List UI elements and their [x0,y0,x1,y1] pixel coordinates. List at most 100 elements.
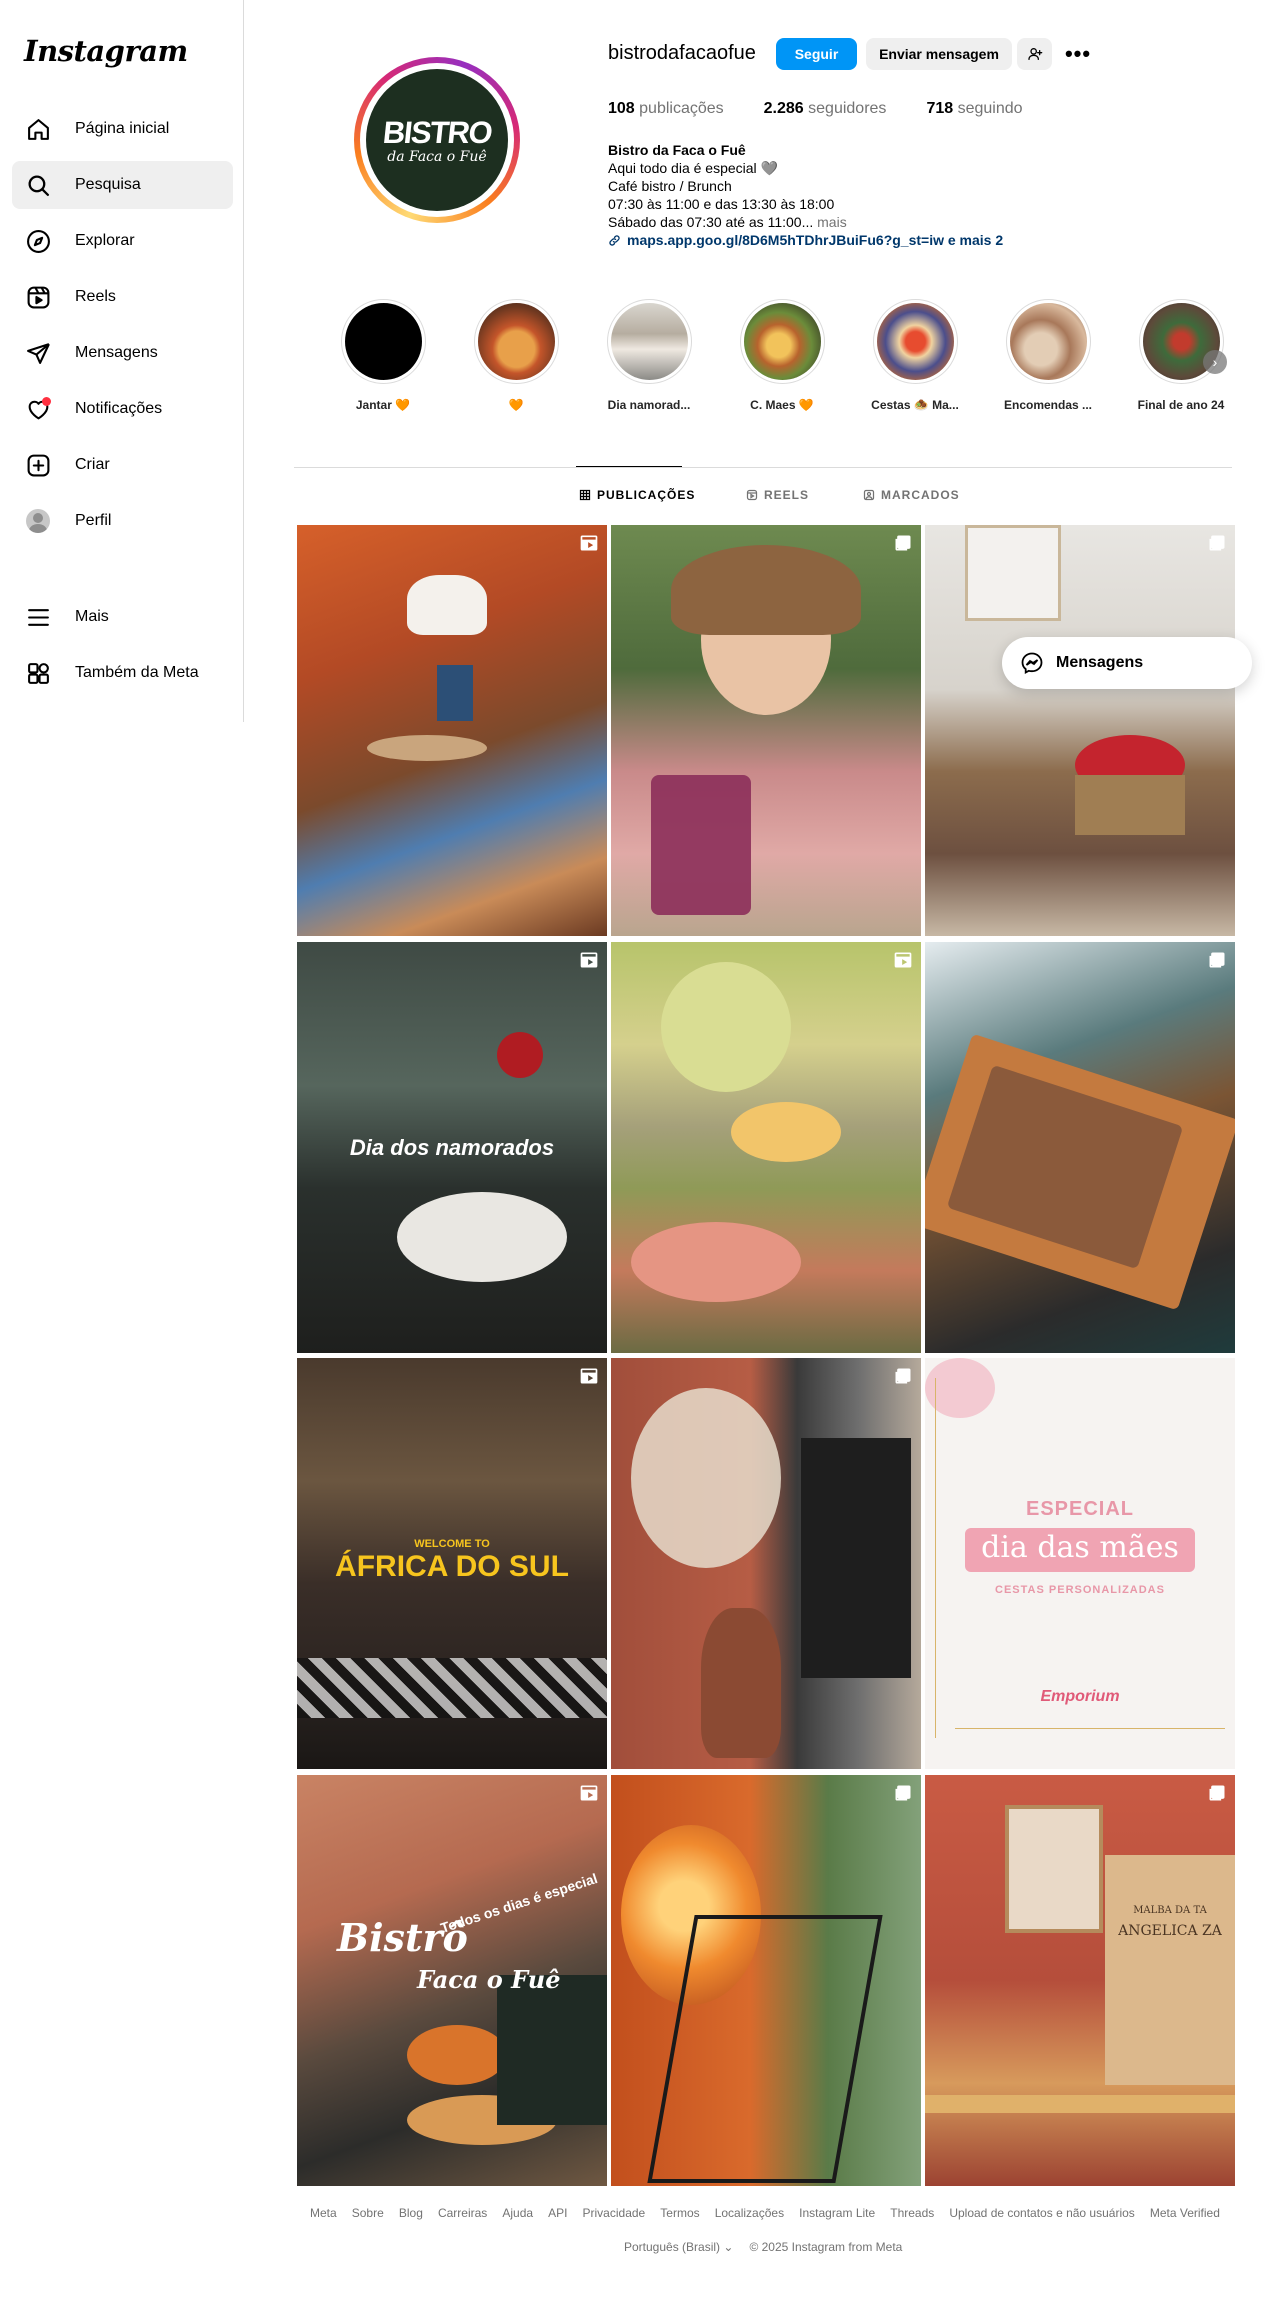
posts-count: 108 publicações [608,100,724,118]
profile-username: bistrodafacaofue [608,42,756,64]
reel-badge-icon [580,1785,598,1801]
sidebar-item-messages[interactable]: Mensagens [12,329,233,377]
send-message-button[interactable]: Enviar mensagem [866,38,1012,70]
footer-link[interactable]: API [548,2206,567,2220]
carousel-badge-icon [1209,952,1225,968]
story-highlight[interactable]: 🧡 [461,299,571,412]
profile-logo-text: BISTRO [381,115,493,150]
more-options-button[interactable]: ••• [1062,38,1094,70]
posts-count-label: publicações [639,100,724,117]
highlight-cover [739,299,825,384]
post-tile[interactable]: Dia dos namorados [297,942,607,1353]
sidebar-item-label: Criar [75,456,110,473]
post-tile[interactable]: ESPECIAL dia das mães CESTAS PERSONALIZA… [925,1358,1235,1769]
sidebar-item-create[interactable]: Criar [12,441,233,489]
post-tile[interactable] [611,525,921,936]
post-tile[interactable] [611,942,921,1353]
footer-link[interactable]: Meta [310,2206,337,2220]
post-tile[interactable] [611,1775,921,2186]
post-tile[interactable]: Todos os dias é especial Bistrô Faca o F… [297,1775,607,2186]
sidebar-item-search[interactable]: Pesquisa [12,161,233,209]
highlight-label: C. Maes 🧡 [750,398,814,412]
bio-more-link[interactable]: mais [813,214,847,230]
sidebar-item-explore[interactable]: Explorar [12,217,233,265]
footer-bottom: Português (Brasil) ⌄ © 2025 Instagram fr… [624,2240,902,2254]
story-highlight[interactable]: Encomendas ... [993,299,1103,412]
zebra-tablecloth-shape [297,1658,607,1718]
carousel-badge-icon [895,535,911,551]
sidebar-item-also-from-meta[interactable]: Também da Meta [12,649,233,697]
highlight-label: Final de ano 24 [1137,398,1225,412]
avatar-wrap [24,507,52,535]
story-highlight[interactable]: Jantar 🧡 [328,299,438,412]
post-tile[interactable] [297,525,607,936]
sidebar-item-home[interactable]: Página inicial [12,105,233,153]
menu-card-shape [437,665,473,721]
following-count[interactable]: 718 seguindo [926,100,1022,118]
post-tile[interactable] [611,1358,921,1769]
follow-button[interactable]: Seguir [776,38,857,70]
footer-link[interactable]: Localizações [715,2206,784,2220]
footer-link[interactable]: Upload de contatos e não usuários [949,2206,1134,2220]
sidebar-item-label: Mais [75,608,109,625]
language-selector[interactable]: Português (Brasil) ⌄ [624,2240,733,2254]
tab-label: MARCADOS [881,488,960,502]
sidebar-item-more[interactable]: Mais [12,593,233,641]
instagram-logo[interactable]: Instagram [24,34,188,68]
ham-shape [631,1222,801,1302]
bio-line: Café bistro / Brunch [608,178,732,194]
wood-sign-shape [1105,1855,1235,2085]
pumpkin-shape [407,2025,507,2085]
following-count-label: seguindo [957,100,1023,117]
sidebar-item-reels[interactable]: Reels [12,273,233,321]
hair-shape [671,545,861,635]
post-tile[interactable] [925,942,1235,1353]
footer-links: Meta Sobre Blog Carreiras Ajuda API Priv… [310,2206,1220,2220]
story-highlight[interactable]: C. Maes 🧡 [727,299,837,412]
footer-link[interactable]: Meta Verified [1150,2206,1220,2220]
tab-tagged[interactable]: MARCADOS [863,488,960,502]
home-icon [24,115,52,143]
followers-count[interactable]: 2.286 seguidores [764,100,887,118]
highlight-label: 🧡 [508,398,524,412]
footer-link[interactable]: Carreiras [438,2206,487,2220]
story-highlight[interactable]: Dia namorad... [594,299,704,412]
footer-link[interactable]: Privacidade [583,2206,646,2220]
messages-floating-label: Mensagens [1056,654,1144,671]
post-tile[interactable]: WELCOME TO ÁFRICA DO SUL [297,1358,607,1769]
footer-link[interactable]: Sobre [352,2206,384,2220]
footer-link[interactable]: Termos [660,2206,699,2220]
profile-bio: Bistro da Faca o Fuê Aqui todo dia é esp… [608,141,1088,249]
grid-icon [579,489,591,501]
highlight-label: Jantar 🧡 [355,398,411,412]
footer-link[interactable]: Ajuda [502,2206,533,2220]
profile-picture[interactable]: BISTRO da Faca o Fuê [354,57,520,223]
story-highlight[interactable]: Cestas 🧆 Ma... [860,299,970,412]
suggest-accounts-button[interactable] [1017,38,1052,70]
footer-link[interactable]: Instagram Lite [799,2206,875,2220]
highlights-next-button[interactable]: › [1203,350,1227,374]
bio-line: Aqui todo dia é especial 🩶 [608,160,778,176]
bio-link[interactable]: maps.app.goo.gl/8D6M5hTDhrJBuiFu6?g_st=i… [608,231,1088,249]
menu-icon [24,603,52,631]
link-icon [609,234,620,246]
tab-reels[interactable]: REELS [746,488,809,502]
carousel-badge-icon [1209,1785,1225,1801]
profile-logo-subtext: da Faca o Fuê [387,149,487,165]
messages-floating-button[interactable]: Mensagens [1002,637,1252,689]
pampas-shape [631,1388,781,1568]
compass-icon [24,227,52,255]
bio-name: Bistro da Faca o Fuê [608,142,746,158]
copyright: © 2025 Instagram from Meta [749,2240,903,2254]
post-tile[interactable] [925,525,1235,936]
sidebar-item-label: Explorar [75,232,135,249]
footer-link[interactable]: Blog [399,2206,423,2220]
sidebar-item-notifications[interactable]: Notificações [12,385,233,433]
post-tile[interactable]: MALBA DA TA ANGELICA ZA [925,1775,1235,2186]
send-icon [24,339,52,367]
bio-line: Sábado das 07:30 até as 11:00... [608,214,814,230]
bio-line-truncated: Sábado das 07:30 até as 11:00... mais [608,213,1088,231]
sidebar-item-profile[interactable]: Perfil [12,497,233,545]
footer-link[interactable]: Threads [890,2206,934,2220]
tab-posts[interactable]: PUBLICAÇÕES [579,488,695,502]
